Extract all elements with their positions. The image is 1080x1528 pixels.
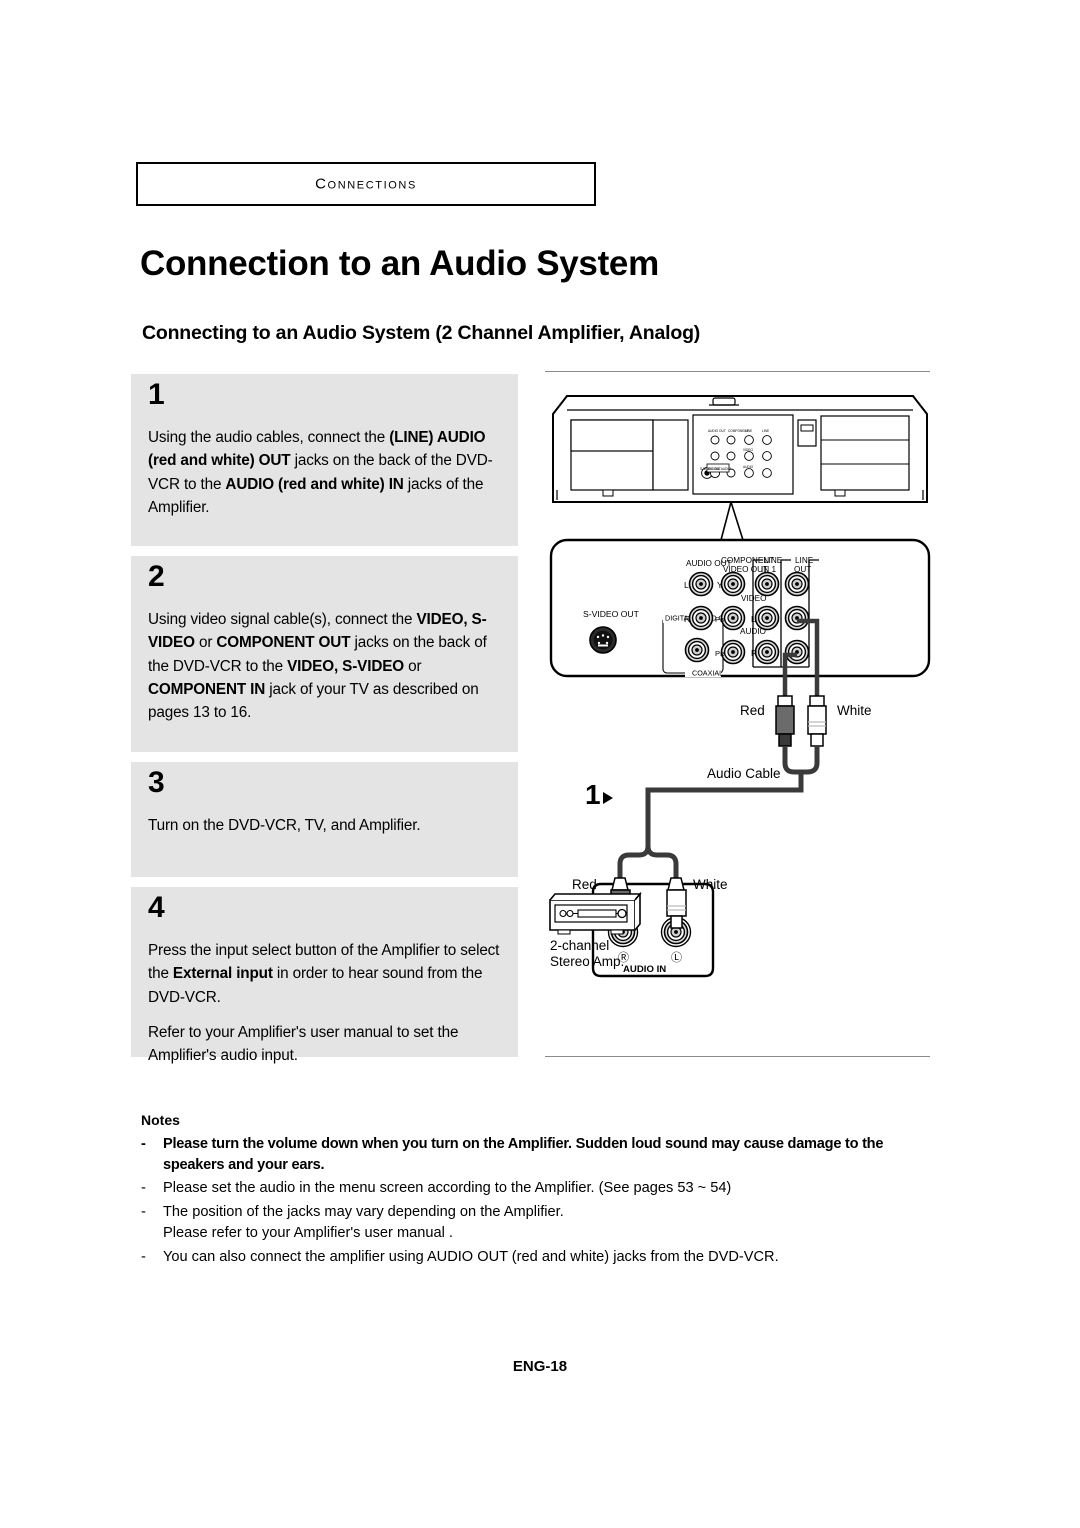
step-paragraph: Using the audio cables, connect the (LIN… bbox=[148, 429, 493, 516]
step-text-2: Using video signal cable(s), connect the… bbox=[148, 608, 506, 724]
footer-page-number: ENG-18 bbox=[512, 1358, 568, 1375]
step-marker-arrow-icon bbox=[603, 792, 613, 804]
note-item: - Please turn the volume down when you tu… bbox=[141, 1134, 941, 1175]
page-subtitle: Connecting to an Audio System (2 Channel… bbox=[142, 322, 701, 344]
manual-page: Connections Connection to an Audio Syste… bbox=[0, 0, 1080, 1528]
label-audio-cable: Audio Cable bbox=[707, 766, 781, 781]
note-text: Please turn the volume down when you tur… bbox=[163, 1136, 884, 1173]
label-red-amp: Red bbox=[572, 877, 597, 892]
note-bullet-dash: - bbox=[141, 1248, 146, 1265]
label-jack-r-mid: R bbox=[684, 614, 690, 624]
step-block-1: 1 Using the audio cables, connect the (L… bbox=[131, 374, 518, 546]
stereo-amp-icon bbox=[549, 891, 642, 935]
divider-top bbox=[545, 371, 930, 372]
label-white-top: White bbox=[837, 703, 872, 718]
chapter-label: Connections bbox=[315, 175, 417, 193]
label-jack-l-mid: L bbox=[751, 614, 756, 624]
dvd-vcr-rear-illustration: AUDIO OUT COMPONENT LINE LINE S-VIDEO OU… bbox=[552, 395, 928, 503]
step-paragraph: Refer to your Amplifier's user manual to… bbox=[148, 1023, 459, 1064]
label-coaxial: COAXIAL bbox=[692, 669, 723, 678]
jack-panel-detail: S-VIDEO OUT DIGITAL AUDIO OUT COAXIAL AU… bbox=[549, 538, 931, 678]
notes-title: Notes bbox=[141, 1112, 180, 1128]
step-paragraph: Using video signal cable(s), connect the… bbox=[148, 611, 487, 721]
step-number-2: 2 bbox=[148, 560, 165, 593]
step-marker-1: 1 bbox=[585, 779, 601, 810]
step-number-4: 4 bbox=[148, 891, 165, 924]
step-block-3: 3 Turn on the DVD-VCR, TV, and Amplifier… bbox=[131, 762, 518, 877]
label-jack-l-top: L bbox=[684, 580, 689, 590]
note-item: - Please set the audio in the menu screen… bbox=[141, 1178, 941, 1199]
plug-red-top bbox=[775, 695, 795, 747]
note-text: The position of the jacks may vary depen… bbox=[163, 1204, 564, 1241]
note-item: - The position of the jacks may vary depe… bbox=[141, 1202, 941, 1243]
label-line-in: LINE bbox=[764, 556, 783, 565]
label-jack-y: Y bbox=[717, 580, 723, 590]
label-s-video-out: S-VIDEO OUT bbox=[583, 609, 640, 619]
svg-text:LINE: LINE bbox=[762, 429, 769, 433]
svg-text:DIGITAL AUDIO: DIGITAL AUDIO bbox=[708, 467, 731, 471]
note-item: - You can also connect the amplifier usin… bbox=[141, 1247, 941, 1268]
step-text-3: Turn on the DVD-VCR, TV, and Amplifier. bbox=[148, 814, 506, 837]
step-block-2: 2 Using video signal cable(s), connect t… bbox=[131, 556, 518, 752]
step-number-1: 1 bbox=[148, 378, 165, 411]
notes-section: Notes - Please turn the volume down when … bbox=[141, 1112, 941, 1270]
label-audio-in: AUDIO IN bbox=[623, 964, 666, 975]
chapter-header-box: Connections bbox=[136, 162, 596, 206]
svg-text:AUDIO: AUDIO bbox=[743, 465, 754, 469]
label-jack-pr: Pʀ bbox=[715, 649, 724, 658]
divider-bottom bbox=[545, 1056, 930, 1057]
note-bullet-dash: - bbox=[141, 1136, 146, 1152]
label-red-top: Red bbox=[740, 703, 765, 718]
svg-text:VIDEO: VIDEO bbox=[743, 448, 753, 452]
label-jack-r-bot: R bbox=[751, 648, 757, 658]
connection-diagram: AUDIO OUT COMPONENT LINE LINE S-VIDEO OU… bbox=[545, 378, 935, 1050]
note-text: You can also connect the amplifier using… bbox=[163, 1248, 779, 1265]
page-title: Connection to an Audio System bbox=[140, 244, 659, 283]
note-bullet-dash: - bbox=[141, 1180, 146, 1197]
svg-text:LINE: LINE bbox=[745, 429, 752, 433]
note-bullet-dash: - bbox=[141, 1204, 146, 1221]
s-video-out-jack bbox=[589, 626, 617, 654]
label-amp-l: Ⓛ bbox=[671, 951, 682, 964]
label-white-amp: White bbox=[693, 877, 728, 892]
note-text: Please set the audio in the menu screen … bbox=[163, 1180, 732, 1197]
step-paragraph: Press the input select button of the Amp… bbox=[148, 942, 500, 1006]
step-text-1: Using the audio cables, connect the (LIN… bbox=[148, 426, 506, 519]
svg-text:AUDIO OUT: AUDIO OUT bbox=[708, 429, 726, 433]
label-amp-name-2: Stereo Amp. bbox=[550, 954, 624, 969]
step-paragraph: Turn on the DVD-VCR, TV, and Amplifier. bbox=[148, 817, 421, 834]
notes-list: - Please turn the volume down when you tu… bbox=[141, 1134, 941, 1267]
label-jack-pb: Pʙ bbox=[715, 615, 724, 624]
label-amp-name-1: 2-channel bbox=[550, 938, 609, 953]
step-number-3: 3 bbox=[148, 766, 165, 799]
step-block-4: 4 Press the input select button of the A… bbox=[131, 887, 518, 1064]
plug-white-top bbox=[807, 695, 827, 747]
step-text-4: Press the input select button of the Amp… bbox=[148, 939, 506, 1067]
